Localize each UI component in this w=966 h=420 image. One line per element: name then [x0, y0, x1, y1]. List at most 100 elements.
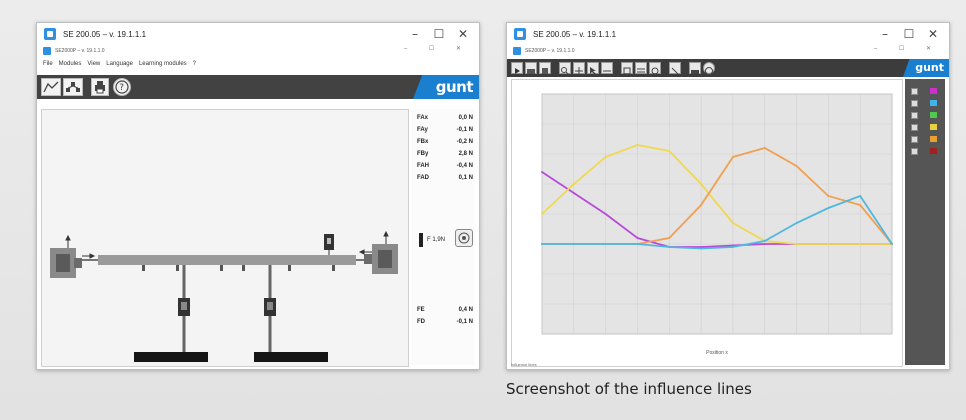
- refresh-icon: [651, 67, 659, 75]
- open-button[interactable]: [525, 62, 537, 74]
- table-icon: [637, 68, 645, 73]
- help-icon: [705, 67, 713, 75]
- save-button[interactable]: [539, 62, 551, 74]
- logo-banner: gunt: [903, 59, 949, 77]
- series-2-point: [763, 147, 766, 149]
- readout-fd: FD -0,1 N: [417, 319, 473, 325]
- print-button[interactable]: [91, 78, 109, 96]
- play-icon: [515, 68, 520, 74]
- series-3-point: [668, 246, 671, 248]
- refresh-button[interactable]: [649, 62, 661, 75]
- clear-icon: [671, 67, 679, 75]
- export-button[interactable]: [621, 62, 633, 75]
- grid-icon: [575, 67, 583, 75]
- print-button[interactable]: [689, 62, 701, 74]
- legend-item[interactable]: [911, 123, 941, 131]
- force-arrows: [65, 230, 389, 259]
- menu-file[interactable]: File: [43, 61, 53, 67]
- close-icon[interactable]: ✕: [921, 27, 945, 41]
- chart-svg: Position x: [541, 93, 893, 356]
- maximize-icon[interactable]: ☐: [897, 27, 921, 41]
- series-2-point: [700, 204, 703, 206]
- pendulum-support-1: [134, 265, 208, 362]
- table-button[interactable]: [635, 62, 647, 74]
- help-button[interactable]: ?: [113, 78, 131, 96]
- series-3-point: [827, 207, 830, 209]
- menu-learning-modules[interactable]: Learning modules: [139, 61, 187, 67]
- series-1-point: [636, 144, 639, 146]
- help-icon: ?: [115, 80, 129, 94]
- legend-item[interactable]: [911, 99, 941, 107]
- readout-fby: FBy 2,8 N: [417, 151, 473, 157]
- window-title: SE 200.05 – v. 19.1.1.1: [63, 29, 147, 39]
- series-0-point: [541, 171, 543, 173]
- tare-button[interactable]: [455, 229, 473, 247]
- series-2-point: [859, 204, 862, 206]
- clear-button[interactable]: [669, 62, 681, 75]
- series-1-point: [604, 156, 607, 158]
- menu-view[interactable]: View: [87, 61, 100, 67]
- legend-checkbox[interactable]: [911, 112, 918, 119]
- cursor-button[interactable]: [587, 62, 599, 75]
- zoom-button[interactable]: [559, 62, 571, 76]
- series-3-point: [731, 246, 734, 248]
- menu-modules[interactable]: Modules: [59, 61, 82, 67]
- chart-view-button[interactable]: [41, 78, 61, 96]
- inner-app-icon: [513, 47, 521, 55]
- series-1-point: [668, 150, 671, 152]
- minimize-icon[interactable]: –: [873, 27, 897, 41]
- gunt-logo: gunt: [915, 61, 944, 74]
- series-3-point: [891, 243, 893, 245]
- series-3-point: [763, 240, 766, 242]
- inner-app-icon: [43, 47, 51, 55]
- close-icon[interactable]: ✕: [451, 27, 475, 41]
- beam-model-window: SE 200.05 – v. 19.1.1.1 – ☐ ✕ SE2000P – …: [36, 22, 480, 370]
- inner-title-bar: SE2000P – v. 19.1.1.0 – ☐ ✕: [37, 45, 479, 57]
- window-title: SE 200.05 – v. 19.1.1.1: [533, 29, 617, 39]
- legend-checkbox[interactable]: [911, 124, 918, 131]
- load-weight: [324, 234, 334, 255]
- beam-diagram: [50, 230, 398, 362]
- legend-swatch: [930, 124, 937, 130]
- menu-bar: File Modules View Language Learning modu…: [37, 57, 479, 71]
- legend-checkbox[interactable]: [911, 88, 918, 95]
- readout-fay: FAy -0,1 N: [417, 127, 473, 133]
- inner-window-title: SE2000P – v. 19.1.1.0: [525, 48, 575, 54]
- series-2-point: [731, 156, 734, 158]
- logo-banner: gunt: [413, 75, 479, 99]
- readout-fe: FE 0,4 N: [417, 307, 473, 313]
- help-button[interactable]: [703, 62, 715, 75]
- play-button[interactable]: [511, 62, 523, 74]
- menu-language[interactable]: Language: [106, 61, 133, 67]
- legend-item[interactable]: [911, 147, 941, 155]
- zoom-icon: [561, 67, 570, 76]
- legend-item[interactable]: [911, 135, 941, 143]
- minimize-icon[interactable]: –: [403, 27, 427, 41]
- pendulum-support-2: [254, 265, 328, 362]
- network-icon: [66, 82, 80, 92]
- series-1-point: [700, 183, 703, 185]
- legend-swatch: [930, 148, 937, 154]
- cursor-icon: [590, 67, 596, 75]
- title-bar: SE 200.05 – v. 19.1.1.1 – ☐ ✕: [507, 23, 949, 45]
- network-button[interactable]: [63, 78, 83, 96]
- legend-checkbox[interactable]: [911, 136, 918, 143]
- menu-help[interactable]: ?: [193, 61, 196, 67]
- printer-icon: [95, 81, 105, 94]
- maximize-icon[interactable]: ☐: [427, 27, 451, 41]
- legend-item[interactable]: [911, 87, 941, 95]
- folder-icon: [527, 69, 535, 74]
- app-icon: [514, 28, 526, 40]
- inner-window-controls[interactable]: – ☐ ✕: [404, 45, 471, 52]
- series-2-point: [668, 237, 671, 239]
- measure-button[interactable]: [601, 62, 613, 74]
- app-icon: [44, 28, 56, 40]
- legend-checkbox[interactable]: [911, 100, 918, 107]
- toolbar: ? gunt: [37, 75, 479, 99]
- legend-checkbox[interactable]: [911, 148, 918, 155]
- grid-button[interactable]: [573, 62, 585, 75]
- series-1-point: [572, 183, 575, 185]
- inner-window-controls[interactable]: – ☐ ✕: [874, 45, 941, 52]
- legend-item[interactable]: [911, 111, 941, 119]
- printer-icon: [691, 70, 699, 74]
